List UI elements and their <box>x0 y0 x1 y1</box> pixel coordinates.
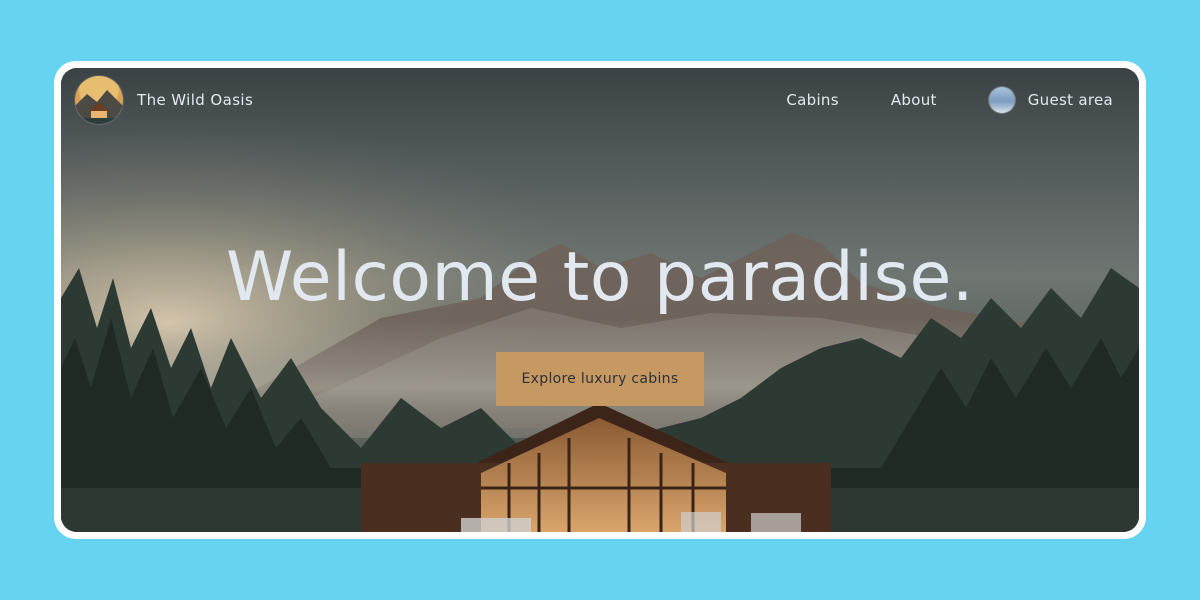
brand-name: The Wild Oasis <box>137 91 254 109</box>
hero-section: Welcome to paradise. Explore luxury cabi… <box>61 236 1139 406</box>
brand-home-link[interactable]: The Wild Oasis <box>75 76 253 124</box>
user-avatar-icon <box>988 87 1015 113</box>
browser-frame: The Wild Oasis Cabins About Guest area W… <box>54 61 1146 539</box>
guest-area-label: Guest area <box>1027 91 1113 109</box>
cabin-logo-icon <box>75 76 123 124</box>
top-navigation: The Wild Oasis Cabins About Guest area <box>61 68 1139 132</box>
nav-link-guest-area[interactable]: Guest area <box>988 87 1113 113</box>
nav-link-about[interactable]: About <box>891 91 937 109</box>
landing-page: The Wild Oasis Cabins About Guest area W… <box>61 68 1139 532</box>
nav-links: Cabins About Guest area <box>786 87 1113 113</box>
nav-link-cabins[interactable]: Cabins <box>786 91 838 109</box>
explore-cabins-button[interactable]: Explore luxury cabins <box>495 352 705 406</box>
hero-title: Welcome to paradise. <box>226 238 974 317</box>
